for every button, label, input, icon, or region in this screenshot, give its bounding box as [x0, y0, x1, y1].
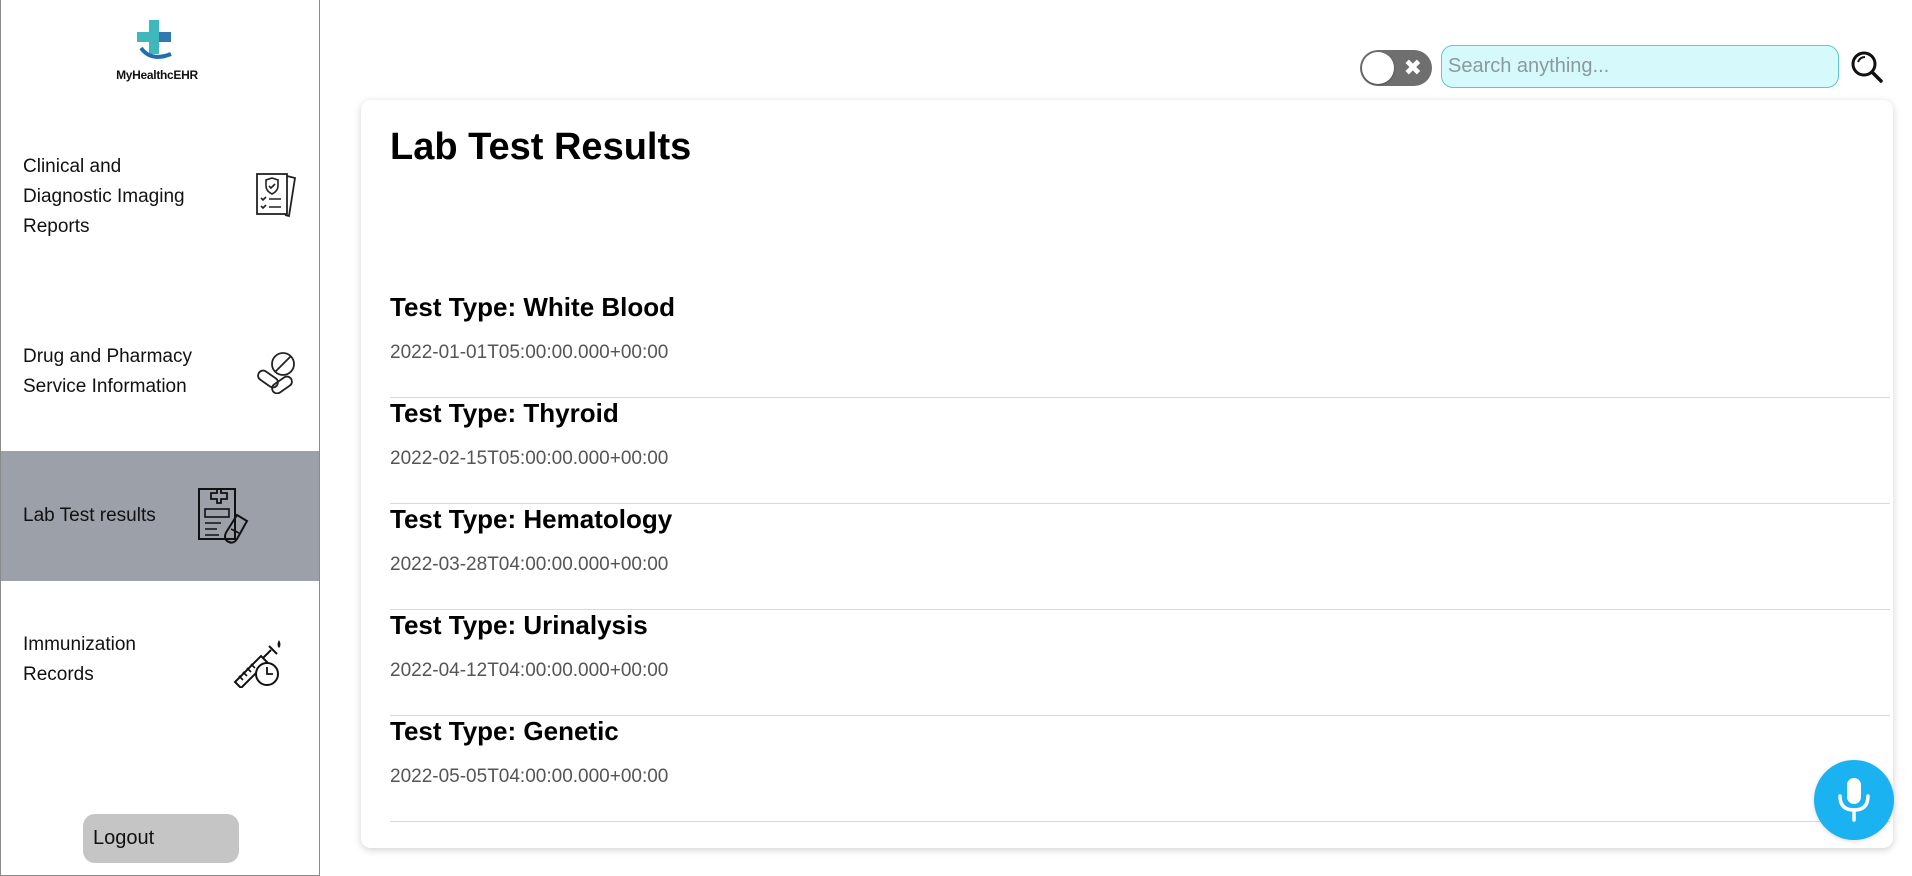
search-input[interactable]	[1441, 45, 1839, 88]
clipboard-report-icon	[255, 170, 299, 223]
lab-result-item[interactable]: Test Type: Hematology 2022-03-28T04:00:0…	[390, 504, 1890, 610]
sidebar-item-drug-pharmacy[interactable]: Drug and Pharmacy Service Information	[1, 330, 319, 410]
microphone-icon	[1838, 778, 1870, 822]
voice-input-button[interactable]	[1814, 760, 1894, 840]
sidebar: MyHealthcEHR Clinical and Diagnostic Ima…	[0, 0, 320, 876]
theme-toggle[interactable]: ✖	[1360, 50, 1432, 86]
test-date: 2022-03-28T04:00:00.000+00:00	[390, 554, 669, 575]
lab-result-item[interactable]: Test Type: Genetic 2022-05-05T04:00:00.0…	[390, 716, 1890, 822]
sidebar-item-label: Clinical and Diagnostic Imaging Reports	[23, 156, 185, 237]
syringe-clock-icon	[229, 638, 285, 693]
sidebar-item-immunization[interactable]: Immunization Records	[1, 618, 319, 698]
toggle-knob	[1362, 52, 1394, 84]
logout-button[interactable]: Logout	[83, 814, 239, 863]
test-type: Test Type: Genetic	[390, 716, 619, 746]
search-icon	[1851, 51, 1883, 83]
close-icon: ✖	[1403, 55, 1422, 80]
lab-result-item[interactable]: Test Type: White Blood 2022-01-01T05:00:…	[390, 292, 1890, 398]
sidebar-item-label: Drug and Pharmacy Service Information	[23, 346, 192, 397]
search-button[interactable]	[1850, 50, 1884, 84]
test-type: Test Type: White Blood	[390, 292, 676, 322]
medical-cross-logo-icon	[137, 20, 172, 59]
app-logo[interactable]: MyHealthcEHR	[113, 18, 201, 84]
lab-result-item[interactable]: Test Type: Thyroid 2022-02-15T05:00:00.0…	[390, 398, 1890, 504]
sidebar-item-clinical-reports[interactable]: Clinical and Diagnostic Imaging Reports	[1, 140, 319, 250]
sidebar-item-label: Immunization Records	[23, 634, 136, 685]
lab-test-tube-icon	[197, 485, 253, 552]
sidebar-item-label: Lab Test results	[23, 505, 156, 526]
test-date: 2022-05-05T04:00:00.000+00:00	[390, 766, 669, 787]
test-type: Test Type: Thyroid	[390, 398, 619, 428]
page-title: Lab Test Results	[390, 126, 692, 168]
lab-result-item[interactable]: Test Type: Urinalysis 2022-04-12T04:00:0…	[390, 610, 1890, 716]
test-date: 2022-04-12T04:00:00.000+00:00	[390, 660, 669, 681]
logo-text: MyHealthcEHR	[116, 68, 198, 82]
test-date: 2022-02-15T05:00:00.000+00:00	[390, 448, 669, 469]
test-type: Test Type: Hematology	[390, 504, 673, 534]
sidebar-item-lab-test-results[interactable]: Lab Test results	[1, 451, 319, 581]
pills-icon	[255, 350, 299, 399]
test-date: 2022-01-01T05:00:00.000+00:00	[390, 342, 669, 363]
test-type: Test Type: Urinalysis	[390, 610, 648, 640]
